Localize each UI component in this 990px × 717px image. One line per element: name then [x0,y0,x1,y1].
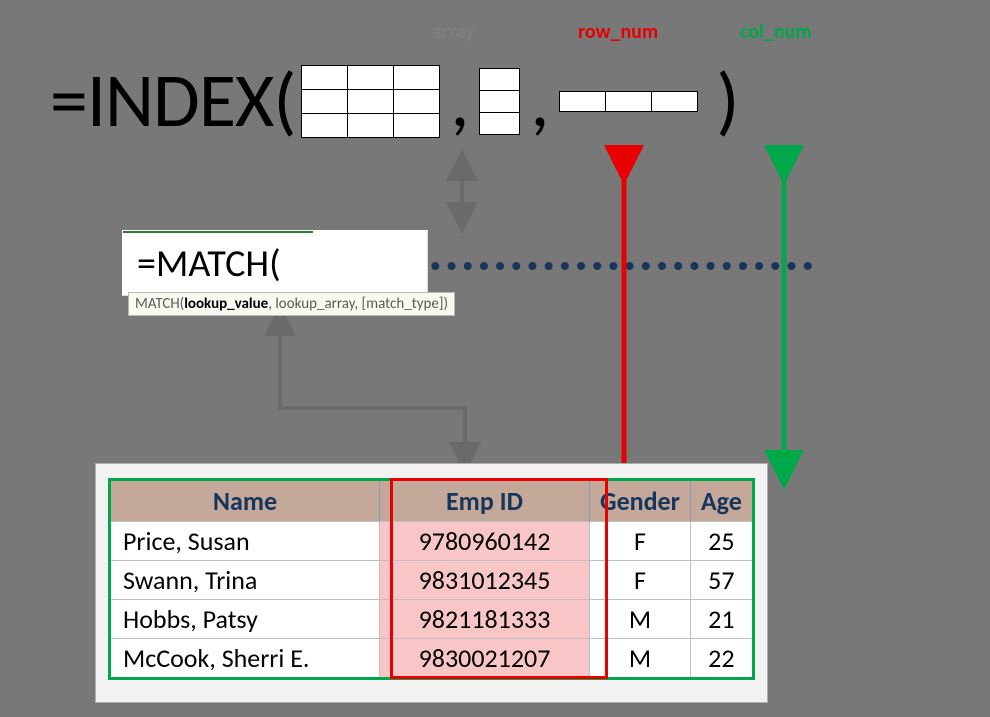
cell-name: Hobbs, Patsy [110,600,380,639]
table-header-name: Name [110,480,380,522]
index-formula: =INDEX( , , ) [50,55,739,147]
cell-age: 22 [690,639,753,679]
cell-empid: 9821181333 [380,600,590,639]
array-icon [301,65,440,138]
data-table: Name Emp ID Gender Age Price, Susan 9780… [108,478,755,680]
label-array: array [432,20,475,44]
match-formula-box: =MATCH( [122,230,428,296]
cell-age: 21 [690,600,753,639]
table-row: McCook, Sherri E. 9830021207 M 22 [110,639,754,679]
comma-1: , [446,63,473,139]
cell-empid: 9830021207 [380,639,590,679]
col-num-icon [559,91,698,112]
formula-close-paren: ) [716,55,739,147]
table-row: Swann, Trina 9831012345 F 57 [110,561,754,600]
data-table-wrap: Name Emp ID Gender Age Price, Susan 9780… [95,463,768,703]
table-row: Price, Susan 9780960142 F 25 [110,522,754,561]
cell-name: Swann, Trina [110,561,380,600]
table-header-age: Age [690,480,753,522]
cell-gender: M [590,600,691,639]
cell-name: McCook, Sherri E. [110,639,380,679]
row-num-icon [479,68,520,135]
label-row-num: row_num [578,20,658,44]
table-row: Hobbs, Patsy 9821181333 M 21 [110,600,754,639]
comma-2: , [526,63,553,139]
match-tooltip-bold: lookup_value [184,295,268,313]
cell-name: Price, Susan [110,522,380,561]
match-tooltip-post: , lookup_array, [match_type]) [268,295,448,313]
cell-age: 25 [690,522,753,561]
cell-gender: M [590,639,691,679]
label-col-num: col_num [740,20,812,44]
match-tooltip: MATCH(lookup_value, lookup_array, [match… [128,292,455,316]
table-header-empid: Emp ID [380,480,590,522]
match-tooltip-pre: MATCH( [135,295,184,313]
cell-empid: 9831012345 [380,561,590,600]
cell-gender: F [590,561,691,600]
cell-gender: F [590,522,691,561]
formula-prefix: =INDEX( [50,55,295,147]
cell-age: 57 [690,561,753,600]
match-formula-text: =MATCH( [137,241,281,287]
cell-empid: 9780960142 [380,522,590,561]
table-header-gender: Gender [590,480,691,522]
